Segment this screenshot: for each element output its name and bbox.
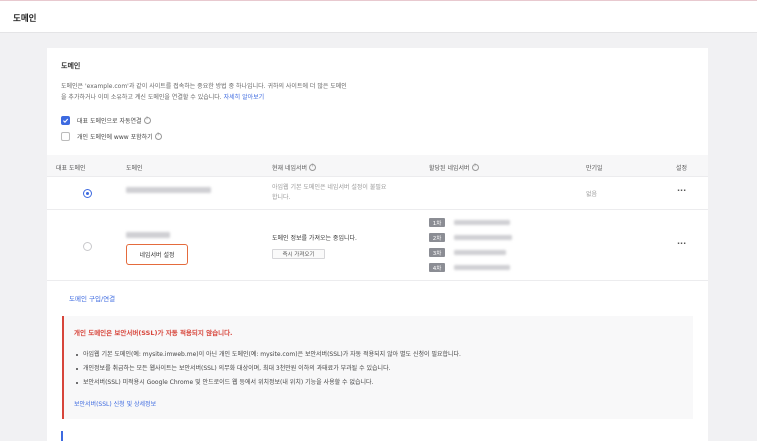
ssl-warning-list: 아임웹 기본 도메인(예: mysite.imweb.me)이 아닌 개인 도메…: [76, 348, 461, 390]
table-header: 대표 도메인 도메인 현재 네임서버 ? 할당된 네임서버 ? 만기일 설정: [47, 155, 708, 177]
col-domain: 도메인: [126, 165, 143, 172]
list-item: 아임웹 기본 도메인(예: mysite.imweb.me)이 아닌 개인 도메…: [76, 348, 461, 362]
col-primary: 대표 도메인: [56, 165, 86, 172]
ssl-warning-box: 개인 도메인은 보안서버(SSL)가 자동 적용되지 않습니다. 아임웹 기본 …: [62, 316, 693, 419]
list-item: 개인정보를 취급하는 모든 웹사이트는 보안서버(SSL) 의무화 대상이며, …: [76, 362, 461, 376]
redacted-domain: [126, 187, 211, 193]
help-icon[interactable]: ?: [471, 164, 479, 171]
primary-redirect-checkbox[interactable]: [61, 115, 70, 125]
buy-connect-domain-link[interactable]: 도메인 구입/연결: [69, 293, 115, 303]
col-assigned-ns: 할당된 네임서버 ?: [429, 163, 479, 172]
row-ns-note: 아임웹 기본 도메인은 네임서버 설정이 불필요 합니다.: [272, 184, 387, 201]
primary-domain-radio[interactable]: [83, 242, 92, 251]
col-current-ns: 현재 네임서버 ?: [272, 163, 317, 172]
section-description: 도메인은 'example.com'과 같이 사이트를 접속하는 중요한 방법 …: [61, 83, 347, 101]
ssl-apply-link[interactable]: 보안서버(SSL) 신청 및 상세정보: [74, 399, 156, 408]
primary-redirect-option[interactable]: 대표 도메인으로 자동연결 ?: [61, 115, 151, 125]
help-icon[interactable]: ?: [309, 164, 317, 171]
col-settings: 설정: [676, 165, 688, 172]
help-icon[interactable]: ?: [154, 132, 162, 140]
ns-tag-4: 4차: [429, 263, 445, 272]
page-title: 도메인: [13, 14, 37, 24]
col-expiry: 만기일: [586, 165, 603, 172]
list-item: 보안서버(SSL) 미적용시 Google Chrome 및 안드로이드 웹 등…: [76, 376, 461, 390]
ns-tag-3: 3차: [429, 248, 445, 257]
ssl-warning-title: 개인 도메인은 보안서버(SSL)가 자동 적용되지 않습니다.: [74, 329, 233, 337]
next-section-accent: [61, 431, 63, 441]
more-options-icon[interactable]: ···: [677, 239, 686, 248]
primary-domain-radio[interactable]: [83, 189, 92, 198]
check-icon: [63, 118, 69, 123]
fetch-now-button[interactable]: 즉시 가져오기: [272, 249, 325, 259]
ns-tag-2: 2차: [429, 233, 445, 242]
www-option[interactable]: 개인 도메인에 www 포함하기 ?: [61, 131, 162, 141]
help-icon[interactable]: ?: [143, 116, 151, 124]
row-expiry: 없음: [586, 191, 598, 198]
top-bar: 도메인: [0, 0, 757, 33]
row-ns-loading: 도메인 정보를 가져오는 중입니다.: [272, 235, 357, 242]
more-options-icon[interactable]: ···: [677, 186, 686, 195]
section-title: 도메인: [61, 62, 81, 70]
learn-more-link[interactable]: 자세히 알아보기: [224, 94, 265, 101]
redacted-domain: [126, 232, 170, 238]
domain-card: 도메인 도메인은 'example.com'과 같이 사이트를 접속하는 중요한…: [47, 48, 708, 441]
nameserver-settings-button[interactable]: 네임서버 설정: [126, 244, 188, 265]
www-checkbox[interactable]: [61, 131, 70, 141]
ns-tag-1: 1차: [429, 218, 445, 227]
